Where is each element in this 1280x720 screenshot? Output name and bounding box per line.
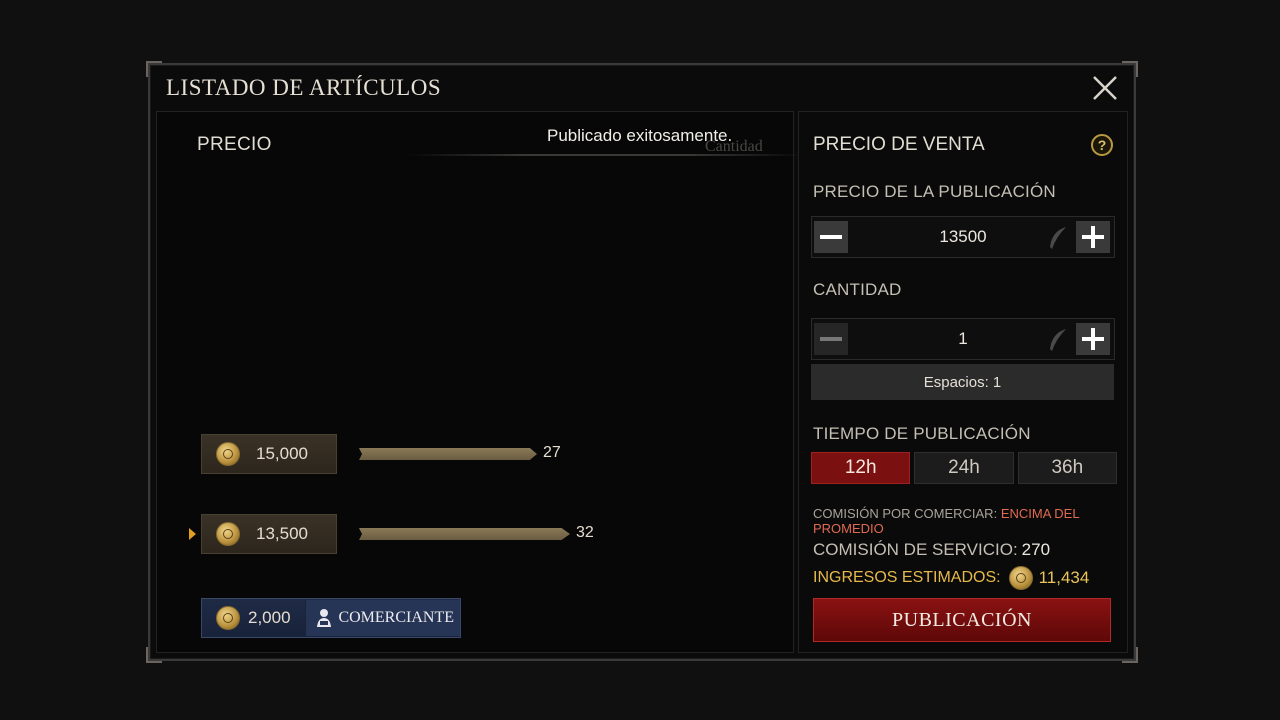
publish-button[interactable]: PUBLICACIÓN: [813, 598, 1111, 642]
minus-icon: [820, 235, 842, 239]
listing-price-box: 15,000: [201, 434, 337, 474]
estimated-income-value: 11,434: [1038, 568, 1090, 587]
service-fee-value: 270: [1021, 540, 1051, 559]
gold-coin-icon: [216, 522, 240, 546]
sale-price-title: PRECIO DE VENTA: [813, 134, 985, 155]
merchant-label: COMERCIANTE: [338, 609, 454, 626]
close-button[interactable]: [1090, 73, 1120, 103]
merchant-price: 2,000: [248, 608, 291, 627]
gold-coin-icon: [216, 606, 240, 630]
gold-coin-icon: [216, 442, 240, 466]
merchant-icon: [317, 609, 332, 627]
merchant-offer-row[interactable]: 2,000 COMERCIANTE: [201, 598, 461, 638]
duration-label: TIEMPO DE PUBLICACIÓN: [813, 424, 1031, 443]
duration-tab-24h[interactable]: 24h: [914, 452, 1014, 484]
close-icon: [1093, 76, 1117, 100]
price-column-header: PRECIO: [197, 134, 272, 155]
listing-quantity-bar: [359, 448, 537, 460]
trade-fee-line: COMISIÓN POR COMERCIAR: ENCIMA DEL PROME…: [813, 506, 1113, 536]
minus-icon: [820, 337, 842, 341]
quill-icon[interactable]: [1046, 327, 1070, 353]
service-fee-label: COMISIÓN DE SERVICIO:: [813, 540, 1018, 559]
listing-price: 15,000: [256, 444, 308, 463]
listing-row[interactable]: 15,000 27: [201, 434, 661, 474]
trade-fee-label: COMISIÓN POR COMERCIAR:: [813, 506, 998, 521]
price-listings-panel: PRECIO Cantidad Publicado exitosamente. …: [156, 111, 807, 653]
corner-ornament: [146, 61, 162, 77]
selected-arrow-icon: [189, 528, 196, 540]
estimated-income-label: INGRESOS ESTIMADOS:: [813, 569, 1001, 586]
estimated-income-line: INGRESOS ESTIMADOS: 11,434: [813, 566, 1089, 590]
quill-icon[interactable]: [1046, 225, 1070, 251]
duration-tabs: 12h 24h 36h: [811, 452, 1117, 484]
sale-price-panel: PRECIO DE VENTA ? PRECIO DE LA PUBLICACI…: [798, 111, 1128, 653]
listing-count: 27: [543, 444, 561, 461]
service-fee-line: COMISIÓN DE SERVICIO: 270: [813, 540, 1050, 560]
quantity-increase-button[interactable]: [1076, 323, 1110, 355]
listing-quantity-bar: [359, 528, 570, 540]
slots-indicator: Espacios: 1: [811, 364, 1114, 400]
toast-divider: [407, 154, 807, 156]
quantity-stepper: 1: [811, 318, 1115, 360]
listing-modal: LISTADO DE ARTÍCULOS PRECIO Cantidad Pub…: [146, 61, 1138, 663]
merchant-tag: COMERCIANTE: [305, 600, 460, 636]
corner-ornament: [1122, 61, 1138, 77]
success-toast: Publicado exitosamente.: [547, 126, 733, 145]
listing-price-label: PRECIO DE LA PUBLICACIÓN: [813, 182, 1056, 201]
listing-row-selected[interactable]: 13,500 32: [189, 514, 661, 554]
quantity-label: CANTIDAD: [813, 280, 902, 299]
modal-title: LISTADO DE ARTÍCULOS: [166, 75, 442, 100]
duration-tab-36h[interactable]: 36h: [1017, 452, 1117, 484]
listing-price-input[interactable]: 13500: [852, 227, 1074, 247]
listing-price: 13,500: [256, 524, 308, 543]
price-decrease-button[interactable]: [814, 221, 848, 253]
listing-price-stepper: 13500: [811, 216, 1115, 258]
price-increase-button[interactable]: [1076, 221, 1110, 253]
gold-coin-icon: [1008, 566, 1033, 590]
quantity-input[interactable]: 1: [852, 329, 1074, 349]
duration-tab-12h[interactable]: 12h: [811, 452, 911, 484]
listing-price-box: 13,500: [201, 514, 337, 554]
plus-icon-stroke: [1091, 328, 1095, 350]
plus-icon-stroke: [1091, 226, 1095, 248]
listing-count: 32: [576, 524, 594, 541]
help-icon[interactable]: ?: [1091, 134, 1113, 156]
quantity-decrease-button[interactable]: [814, 323, 848, 355]
